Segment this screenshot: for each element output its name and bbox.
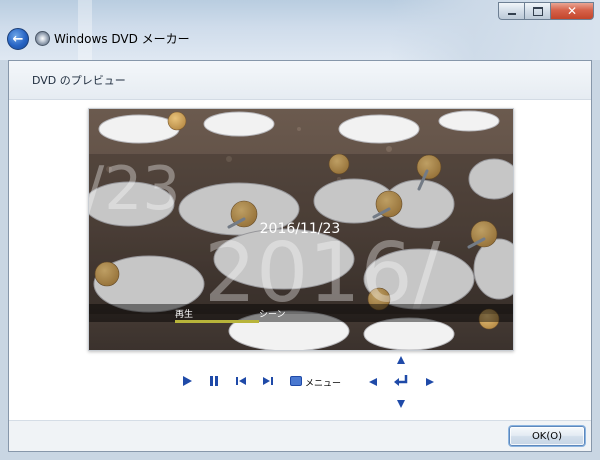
menu-strip: [89, 304, 513, 322]
menu-item-scenes[interactable]: シーン: [259, 310, 286, 320]
big-date-left: /23: [89, 154, 181, 224]
ok-button[interactable]: OK(O): [509, 426, 585, 446]
close-icon: ✕: [566, 4, 578, 18]
menu-item-play[interactable]: 再生: [175, 308, 193, 320]
menu-icon[interactable]: [290, 376, 302, 386]
minimize-button[interactable]: [498, 2, 524, 20]
minimize-icon: [507, 13, 516, 15]
window-title: Windows DVD メーカー: [54, 32, 190, 46]
maximize-icon: [532, 6, 543, 16]
disc-title-date: 2016/11/23: [260, 221, 341, 237]
next-chapter-button[interactable]: [262, 375, 274, 387]
close-button[interactable]: ✕: [550, 2, 594, 20]
nav-down-button[interactable]: [395, 398, 407, 410]
previous-icon: [236, 377, 246, 385]
content-panel: DVD のプレビュー /23 2016/ 2016/11/23 再生 シーン メ…: [8, 60, 592, 452]
enter-icon: [394, 375, 408, 386]
back-arrow-icon: ←: [12, 31, 24, 47]
maximize-button[interactable]: [524, 2, 550, 20]
arrow-left-icon: [369, 378, 377, 386]
header-band: DVD のプレビュー: [9, 61, 591, 100]
page-title: DVD のプレビュー: [32, 74, 126, 87]
pause-icon: [210, 376, 218, 386]
arrow-down-icon: [397, 400, 405, 408]
menu-button-label[interactable]: メニュー: [305, 376, 341, 389]
caption-buttons: ✕: [498, 2, 594, 20]
play-icon: [183, 376, 192, 386]
back-button[interactable]: ←: [7, 28, 29, 50]
play-button[interactable]: [181, 375, 193, 387]
footer-band: OK(O): [9, 420, 591, 451]
pause-button[interactable]: [208, 375, 220, 387]
nav-right-button[interactable]: [424, 376, 436, 388]
dvd-maker-app-icon: [35, 31, 50, 46]
nav-enter-button[interactable]: [393, 374, 409, 388]
arrow-up-icon: [397, 356, 405, 364]
playback-controls: メニュー: [9, 354, 591, 414]
next-icon: [263, 377, 273, 385]
arrow-right-icon: [426, 378, 434, 386]
preview-image: /23 2016/ 2016/11/23 再生 シーン: [89, 109, 513, 350]
selection-underline: [175, 320, 259, 323]
nav-left-button[interactable]: [367, 376, 379, 388]
previous-chapter-button[interactable]: [235, 375, 247, 387]
dvd-preview[interactable]: /23 2016/ 2016/11/23 再生 シーン: [88, 108, 514, 351]
nav-up-button[interactable]: [395, 354, 407, 366]
